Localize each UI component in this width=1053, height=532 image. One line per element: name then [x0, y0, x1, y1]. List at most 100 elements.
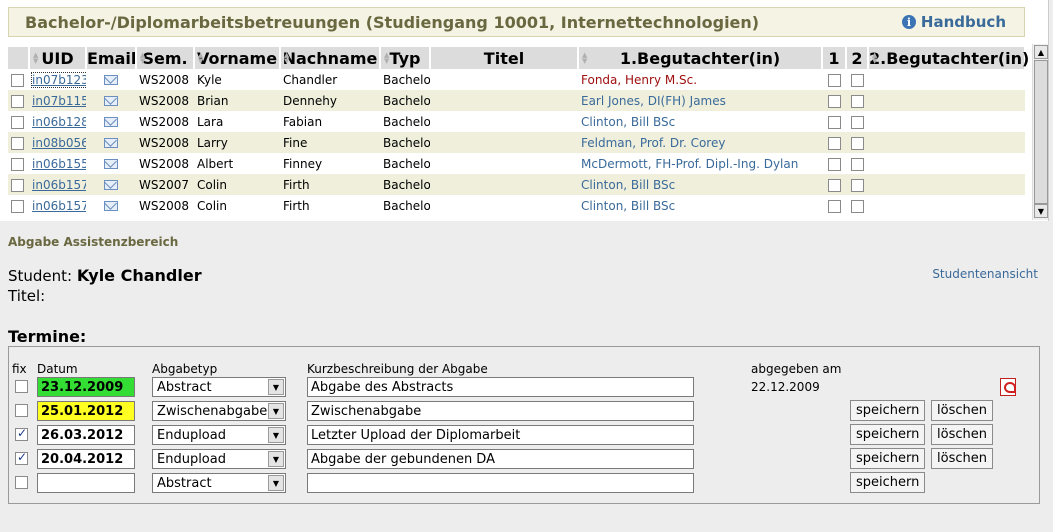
- datum-field[interactable]: 26.03.2012: [37, 425, 135, 445]
- envelope-icon[interactable]: [104, 75, 118, 85]
- uid-link[interactable]: in06b157: [32, 199, 86, 213]
- row-checkbox[interactable]: [11, 73, 24, 87]
- col-nachname[interactable]: ▲ ▼ Nachname: [280, 47, 381, 69]
- row-checkbox[interactable]: [11, 199, 24, 213]
- col-typ[interactable]: ▲ ▼ Typ: [380, 47, 431, 69]
- envelope-icon[interactable]: [104, 117, 118, 127]
- sort-icon: ▲ ▼: [140, 51, 146, 65]
- datum-field[interactable]: 20.04.2012: [37, 449, 135, 469]
- chevron-down-icon[interactable]: ▼: [268, 427, 284, 443]
- envelope-icon[interactable]: [104, 96, 118, 106]
- uid-cell: in06b157: [29, 195, 86, 216]
- envelope-icon[interactable]: [104, 201, 118, 211]
- note2-checkbox[interactable]: [850, 136, 864, 150]
- studentenansicht-link[interactable]: Studentenansicht: [932, 267, 1038, 281]
- envelope-icon[interactable]: [104, 180, 118, 190]
- row-checkbox[interactable]: [11, 157, 24, 171]
- chevron-down-icon[interactable]: ▼: [268, 379, 284, 395]
- envelope-icon[interactable]: [104, 159, 118, 169]
- begutachter1-link[interactable]: Clinton, Bill BSc: [581, 115, 675, 129]
- col-vorname[interactable]: ▲ ▼ Vorname: [194, 47, 281, 69]
- col-titel[interactable]: Titel: [430, 47, 579, 69]
- note1-checkbox[interactable]: [827, 136, 841, 150]
- scroll-up-icon[interactable]: ▲: [1034, 45, 1048, 59]
- note2-cell: [846, 195, 868, 216]
- betreuungen-table: ▲ ▼ UID Email ▲ ▼ Sem. ▲ ▼ Vorname ▲ ▼ Nachname …: [8, 47, 1029, 216]
- loeschen-button[interactable]: löschen: [931, 400, 993, 421]
- abgabetyp-select[interactable]: Endupload ▼: [152, 449, 286, 469]
- chevron-down-icon[interactable]: ▼: [268, 403, 284, 419]
- row-checkbox[interactable]: [11, 136, 24, 150]
- col-note2: 2: [846, 47, 869, 69]
- col-begutachter1[interactable]: ▲ ▼ 1.Begutachter(in): [578, 47, 823, 69]
- chevron-down-icon[interactable]: ▼: [268, 451, 284, 467]
- note1-checkbox[interactable]: [827, 73, 841, 87]
- fix-checkbox[interactable]: [15, 476, 28, 489]
- abgabetyp-select[interactable]: Abstract ▼: [152, 473, 286, 493]
- note2-checkbox[interactable]: [850, 199, 864, 213]
- note2-checkbox[interactable]: [850, 178, 864, 192]
- begutachter1-link[interactable]: Fonda, Henry M.Sc.: [581, 73, 697, 87]
- datum-field[interactable]: [37, 473, 135, 493]
- begutachter1-link[interactable]: Clinton, Bill BSc: [581, 178, 675, 192]
- row-checkbox[interactable]: [11, 115, 24, 129]
- col-uid[interactable]: ▲ ▼ UID: [29, 47, 87, 69]
- handbuch-link[interactable]: i Handbuch: [901, 13, 1006, 31]
- envelope-icon[interactable]: [104, 138, 118, 148]
- begutachter1-link[interactable]: McDermott, FH-Prof. Dipl.-Ing. Dylan: [581, 157, 798, 171]
- chevron-down-icon[interactable]: ▼: [268, 475, 284, 491]
- datum-field[interactable]: 23.12.2009: [37, 377, 135, 397]
- table-row: in07b115 WS2008BrianDennehyBachelor Earl J…: [8, 90, 1025, 111]
- note2-checkbox[interactable]: [850, 157, 864, 171]
- begutachter1-link[interactable]: Feldman, Prof. Dr. Corey: [581, 136, 725, 150]
- begutachter1-link[interactable]: Clinton, Bill BSc: [581, 199, 675, 213]
- datum-field[interactable]: 25.01.2012: [37, 401, 135, 421]
- note1-checkbox[interactable]: [827, 94, 841, 108]
- uid-link[interactable]: in07b115: [32, 94, 86, 108]
- col-kurzbeschreibung: Kurzbeschreibung der Abgabe: [307, 362, 488, 376]
- termin-row: 23.12.2009 Abstract ▼ Abgabe des Abstracts 2…: [9, 376, 1039, 398]
- kurzbeschreibung-field[interactable]: [307, 473, 694, 493]
- begutachter2-cell: [868, 111, 1025, 132]
- uid-link[interactable]: in06b128: [32, 115, 86, 129]
- speichern-button[interactable]: speichern: [850, 472, 926, 493]
- speichern-button[interactable]: speichern: [850, 400, 926, 421]
- note1-checkbox[interactable]: [827, 178, 841, 192]
- col-email[interactable]: Email: [86, 47, 137, 69]
- fix-checkbox[interactable]: [15, 450, 28, 465]
- speichern-button[interactable]: speichern: [850, 448, 926, 469]
- uid-link[interactable]: in06b155: [32, 157, 86, 171]
- speichern-button[interactable]: speichern: [850, 424, 926, 445]
- note2-checkbox[interactable]: [850, 115, 864, 129]
- loeschen-button[interactable]: löschen: [931, 448, 993, 469]
- scrollbar-thumb[interactable]: [1034, 60, 1048, 204]
- note1-checkbox[interactable]: [827, 115, 841, 129]
- uid-link[interactable]: in08b056: [32, 136, 86, 150]
- abgabetyp-select[interactable]: Abstract ▼: [152, 377, 286, 397]
- fix-checkbox[interactable]: [15, 404, 28, 417]
- begutachter1-link[interactable]: Earl Jones, DI(FH) James: [581, 94, 726, 108]
- kurzbeschreibung-field[interactable]: Zwischenabgabe: [307, 401, 694, 421]
- note1-checkbox[interactable]: [827, 157, 841, 171]
- pdf-icon[interactable]: [1000, 378, 1016, 396]
- note2-checkbox[interactable]: [850, 73, 864, 87]
- col-begutachter2[interactable]: ▲ ▼ 2.Begutachter(in): [868, 47, 1029, 69]
- uid-link[interactable]: in07b123: [31, 71, 86, 88]
- row-checkbox[interactable]: [11, 94, 24, 108]
- loeschen-button[interactable]: löschen: [931, 424, 993, 445]
- kurzbeschreibung-field[interactable]: Abgabe des Abstracts: [307, 377, 694, 397]
- fix-checkbox[interactable]: [15, 380, 28, 393]
- row-checkbox[interactable]: [11, 178, 24, 192]
- kurzbeschreibung-field[interactable]: Abgabe der gebundenen DA: [307, 449, 694, 469]
- fix-checkbox[interactable]: [15, 426, 28, 441]
- note2-checkbox[interactable]: [850, 94, 864, 108]
- col-sem[interactable]: ▲ ▼ Sem.: [136, 47, 195, 69]
- scroll-down-icon[interactable]: ▼: [1034, 204, 1048, 218]
- abgabetyp-select[interactable]: Zwischenabgabe ▼: [152, 401, 286, 421]
- note1-cell: [822, 111, 846, 132]
- abgabetyp-select[interactable]: Endupload ▼: [152, 425, 286, 445]
- note1-checkbox[interactable]: [827, 199, 841, 213]
- kurzbeschreibung-field[interactable]: Letzter Upload der Diplomarbeit: [307, 425, 694, 445]
- vertical-scrollbar[interactable]: ▲ ▼: [1032, 44, 1048, 220]
- uid-link[interactable]: in06b157: [32, 178, 86, 192]
